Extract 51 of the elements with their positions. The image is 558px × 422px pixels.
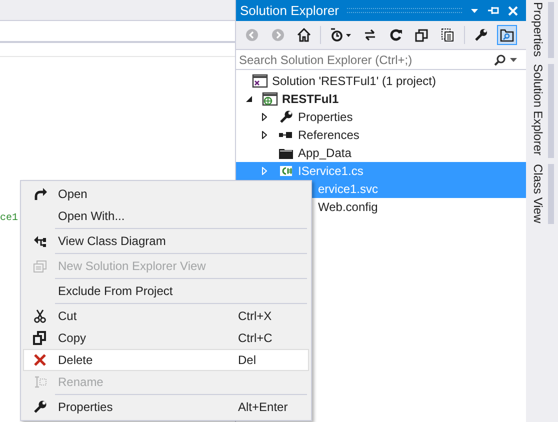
side-tab[interactable]: Solution Explorer xyxy=(531,64,545,156)
dropdown-icon[interactable] xyxy=(470,8,479,14)
scissors-icon xyxy=(33,309,47,323)
menu-item[interactable]: Open With... xyxy=(23,205,309,227)
side-tab[interactable]: Class View xyxy=(531,164,545,224)
wrench-icon xyxy=(474,28,488,42)
home-icon xyxy=(297,28,311,42)
sync-arrows-icon xyxy=(363,28,377,42)
menu-item[interactable]: View Class Diagram xyxy=(23,230,309,252)
tree-item[interactable]: RESTFul1 xyxy=(282,90,339,108)
tree-item[interactable]: Solution 'RESTFul1' (1 project) xyxy=(272,72,436,90)
tree-item[interactable]: Web.config xyxy=(318,198,378,216)
menu-item[interactable]: Copy Ctrl+C xyxy=(23,327,309,349)
menu-item[interactable]: Properties Alt+Enter xyxy=(23,396,309,418)
back-icon xyxy=(245,28,259,42)
show-all-files-icon xyxy=(441,28,455,42)
tree-item[interactable]: App_Data xyxy=(298,144,352,162)
collapse-all-icon xyxy=(415,28,429,42)
web-project-icon xyxy=(262,91,278,107)
menu-item[interactable]: Exclude From Project xyxy=(23,280,309,302)
pin-icon[interactable] xyxy=(487,6,500,15)
wrench-icon xyxy=(278,109,294,125)
refresh-icon xyxy=(389,28,403,42)
code-text: ce1 xyxy=(0,213,18,224)
tree-item[interactable]: Properties xyxy=(298,108,353,126)
forward-icon xyxy=(271,28,285,42)
search-icon[interactable] xyxy=(494,54,506,66)
close-icon[interactable] xyxy=(508,6,518,16)
preview-icon xyxy=(500,28,514,42)
panel-title: Solution Explorer xyxy=(240,2,339,20)
redo-arrow-icon xyxy=(33,187,47,201)
csharp-file-icon xyxy=(278,163,294,179)
menu-item[interactable]: Cut Ctrl+X xyxy=(23,305,309,327)
preview-button[interactable] xyxy=(497,25,517,45)
solution-icon xyxy=(252,73,268,89)
rename-icon xyxy=(33,375,47,389)
copy-icon xyxy=(33,331,47,345)
dropdown-icon xyxy=(346,34,351,36)
clock-icon xyxy=(330,28,344,42)
class-diagram-icon xyxy=(33,234,47,248)
menu-item[interactable]: Delete Del xyxy=(23,349,309,371)
side-tab[interactable]: Properties xyxy=(531,2,545,57)
collapsed-arrow-icon[interactable] xyxy=(262,113,267,121)
new-view-icon xyxy=(33,259,47,273)
collapsed-arrow-icon[interactable] xyxy=(262,131,267,139)
dropdown-icon[interactable] xyxy=(510,58,517,62)
search-box[interactable]: Search Solution Explorer (Ctrl+;) xyxy=(236,49,526,70)
delete-icon xyxy=(33,353,47,367)
expanded-arrow-icon[interactable] xyxy=(246,96,252,102)
tree-item[interactable]: References xyxy=(298,126,360,144)
wrench-icon xyxy=(33,400,47,414)
